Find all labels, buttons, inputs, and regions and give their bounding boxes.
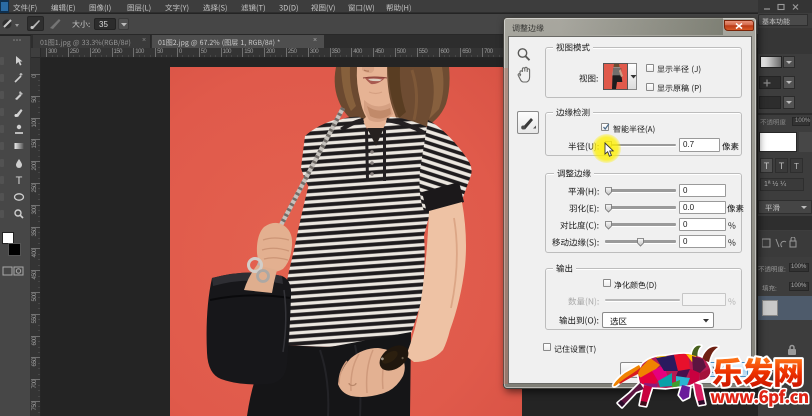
- svg-text:T: T: [16, 175, 23, 186]
